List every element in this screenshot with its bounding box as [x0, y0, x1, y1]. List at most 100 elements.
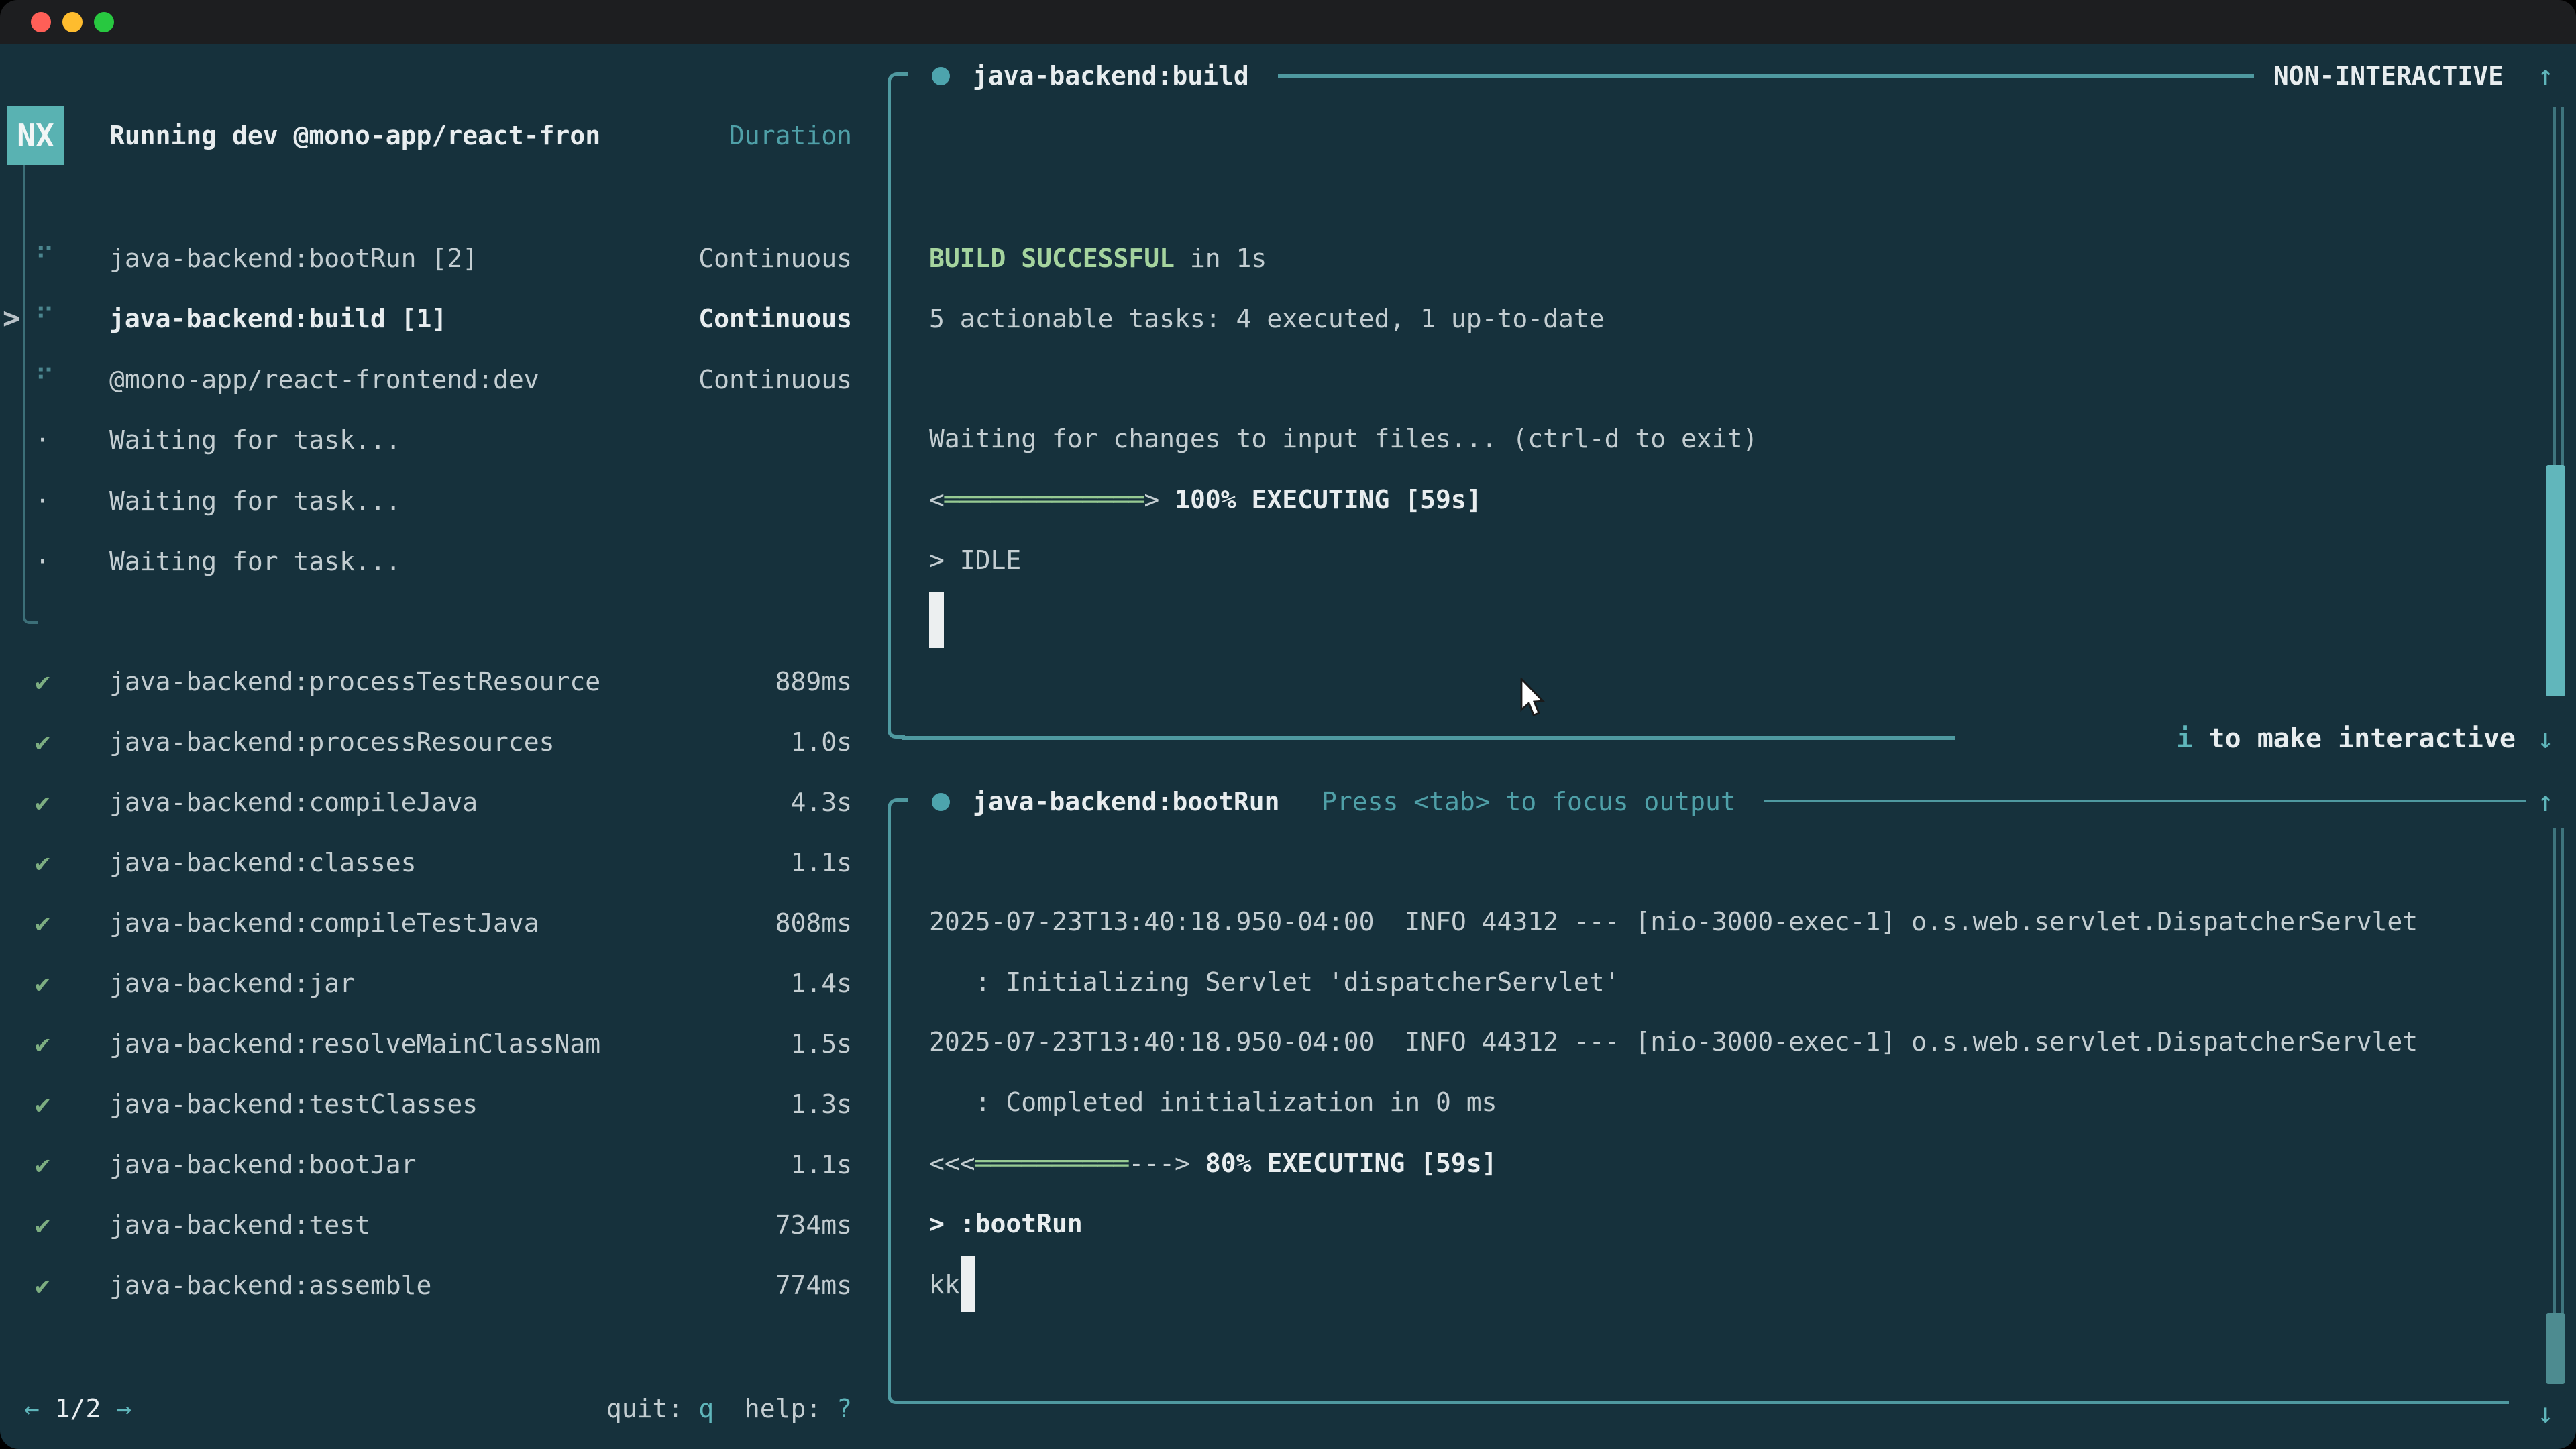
scrollbar-thumb[interactable] — [2546, 1313, 2565, 1384]
scroll-up-icon[interactable]: ↑ — [2537, 46, 2554, 106]
duration-column-header: Duration — [0, 105, 852, 166]
zoom-button[interactable] — [94, 12, 114, 32]
task-duration: 1.4s — [790, 953, 852, 1014]
task-status: Continuous — [698, 288, 852, 349]
dot-icon: · — [35, 410, 89, 470]
task-name: java-backend:processResources — [109, 712, 554, 772]
progress-label: 100% EXECUTING [59s] — [1159, 485, 1481, 515]
task-row-completed[interactable]: ✔ java-backend:bootJar 1.1s — [0, 1134, 879, 1195]
spinner-icon: ⠋ — [35, 228, 89, 288]
log-line: : Initializing Servlet 'dispatcherServle… — [929, 952, 1620, 1012]
task-name: java-backend:bootJar — [109, 1134, 417, 1195]
scroll-down-icon[interactable]: ↓ — [2537, 1383, 2554, 1444]
waiting-line: Waiting for changes to input files... (c… — [929, 409, 1758, 469]
task-row-completed[interactable]: ✔ java-backend:classes 1.1s — [0, 833, 879, 893]
task-name: Waiting for task... — [109, 531, 401, 592]
check-icon: ✔ — [35, 712, 89, 772]
terminal-cursor — [929, 592, 944, 648]
bottom-pane-title: java-backend:bootRun — [973, 771, 1280, 832]
task-duration: 4.3s — [790, 772, 852, 833]
build-status: BUILD SUCCESSFUL — [929, 244, 1175, 273]
hint-text: to make interactive — [2192, 723, 2516, 754]
task-name: java-backend:build [1] — [109, 288, 447, 349]
task-row-completed[interactable]: ✔ java-backend:compileJava 4.3s — [0, 772, 879, 833]
progress-close: ---> — [1128, 1148, 1190, 1178]
task-row-waiting[interactable]: · Waiting for task... — [0, 410, 879, 470]
task-status: Continuous — [698, 228, 852, 288]
scrollbar-track[interactable] — [2561, 828, 2564, 1375]
top-pane-border — [888, 85, 905, 739]
log-line: 2025-07-23T13:40:18.950-04:00 INFO 44312… — [929, 1012, 2418, 1072]
task-name: java-backend:testClasses — [109, 1074, 478, 1134]
progress-bar: ══════════ — [975, 1148, 1129, 1178]
task-row-frontend-dev[interactable]: ⠋ @mono-app/react-frontend:dev Continuou… — [0, 350, 879, 410]
check-icon: ✔ — [35, 651, 89, 712]
check-icon: ✔ — [35, 893, 89, 953]
bootrun-task-line: > :bootRun — [929, 1193, 1083, 1254]
check-icon: ✔ — [35, 1074, 89, 1134]
close-button[interactable] — [31, 12, 51, 32]
tasks-summary-line: 5 actionable tasks: 4 executed, 1 up-to-… — [929, 288, 1605, 349]
task-row-completed[interactable]: ✔ java-backend:jar 1.4s — [0, 953, 879, 1014]
task-duration: 1.1s — [790, 1134, 852, 1195]
scroll-up-icon[interactable]: ↑ — [2537, 771, 2554, 832]
task-duration: 1.0s — [790, 712, 852, 772]
top-pane-bottom-line — [902, 736, 1955, 740]
keyboard-hints: quit: q help: ? — [606, 1379, 852, 1439]
progress-open: < — [929, 485, 945, 515]
check-icon: ✔ — [35, 1195, 89, 1255]
progress-open: <<< — [929, 1148, 975, 1178]
task-row-bootrun[interactable]: ⠋ java-backend:bootRun [2] Continuous — [0, 228, 879, 288]
top-pane-header-line — [1278, 74, 2254, 78]
scrollbar-thumb[interactable] — [2546, 465, 2565, 696]
task-row-completed[interactable]: ✔ java-backend:resolveMainClassNam 1.5s — [0, 1014, 879, 1074]
task-row-completed[interactable]: ✔ java-backend:processResources 1.0s — [0, 712, 879, 772]
task-name: java-backend:compileJava — [109, 772, 478, 833]
bottom-pane-header-line — [1764, 800, 2526, 802]
log-line: 2025-07-23T13:40:18.950-04:00 INFO 44312… — [929, 892, 2418, 952]
terminal-cursor — [961, 1256, 975, 1312]
help-key: ? — [837, 1394, 852, 1424]
focus-output-hint: Press <tab> to focus output — [1322, 771, 1736, 832]
task-row-waiting[interactable]: · Waiting for task... — [0, 531, 879, 592]
running-status-icon — [932, 793, 950, 811]
prev-page-arrow-icon[interactable]: ← — [24, 1394, 40, 1424]
bottom-pane-border — [888, 810, 905, 1404]
dot-icon: · — [35, 471, 89, 531]
next-page-arrow-icon[interactable]: → — [116, 1394, 131, 1424]
spinner-icon: ⠋ — [35, 288, 89, 349]
task-duration: 808ms — [775, 893, 852, 953]
progress-bar: ═════════════ — [945, 485, 1144, 515]
dot-icon: · — [35, 531, 89, 592]
task-row-completed[interactable]: ✔ java-backend:testClasses 1.3s — [0, 1074, 879, 1134]
task-row-completed[interactable]: ✔ java-backend:processTestResource 889ms — [0, 651, 879, 712]
task-duration: 1.5s — [790, 1014, 852, 1074]
running-status-icon — [932, 67, 950, 85]
check-icon: ✔ — [35, 1255, 89, 1316]
mouse-cursor-icon — [1520, 678, 1550, 719]
minimize-button[interactable] — [62, 12, 83, 32]
typed-input[interactable]: kk — [929, 1254, 960, 1315]
page-indicator: 1/2 — [55, 1394, 101, 1424]
hint-key: i — [2176, 723, 2192, 754]
task-name: java-backend:classes — [109, 833, 417, 893]
app-window: NX Running dev @mono-app/react-fron Dura… — [0, 0, 2576, 1449]
task-name: @mono-app/react-frontend:dev — [109, 350, 539, 410]
task-row-completed[interactable]: ✔ java-backend:compileTestJava 808ms — [0, 893, 879, 953]
quit-key: q — [698, 1394, 714, 1424]
bottom-pane-bottom-line — [902, 1401, 2509, 1404]
scrollbar-track[interactable] — [2553, 828, 2556, 1375]
task-row-build-selected[interactable]: ⠋ java-backend:build [1] Continuous — [0, 288, 879, 349]
scroll-down-icon[interactable]: ↓ — [2537, 708, 2554, 769]
task-status: Continuous — [698, 350, 852, 410]
task-row-completed[interactable]: ✔ java-backend:test 734ms — [0, 1195, 879, 1255]
non-interactive-badge: NON-INTERACTIVE — [2273, 46, 2504, 106]
task-duration: 774ms — [775, 1255, 852, 1316]
check-icon: ✔ — [35, 772, 89, 833]
task-row-completed[interactable]: ✔ java-backend:assemble 774ms — [0, 1255, 879, 1316]
task-row-waiting[interactable]: · Waiting for task... — [0, 471, 879, 531]
check-icon: ✔ — [35, 1134, 89, 1195]
task-name: java-backend:assemble — [109, 1255, 431, 1316]
help-label: help: — [714, 1394, 837, 1424]
log-line: : Completed initialization in 0 ms — [929, 1072, 1497, 1132]
